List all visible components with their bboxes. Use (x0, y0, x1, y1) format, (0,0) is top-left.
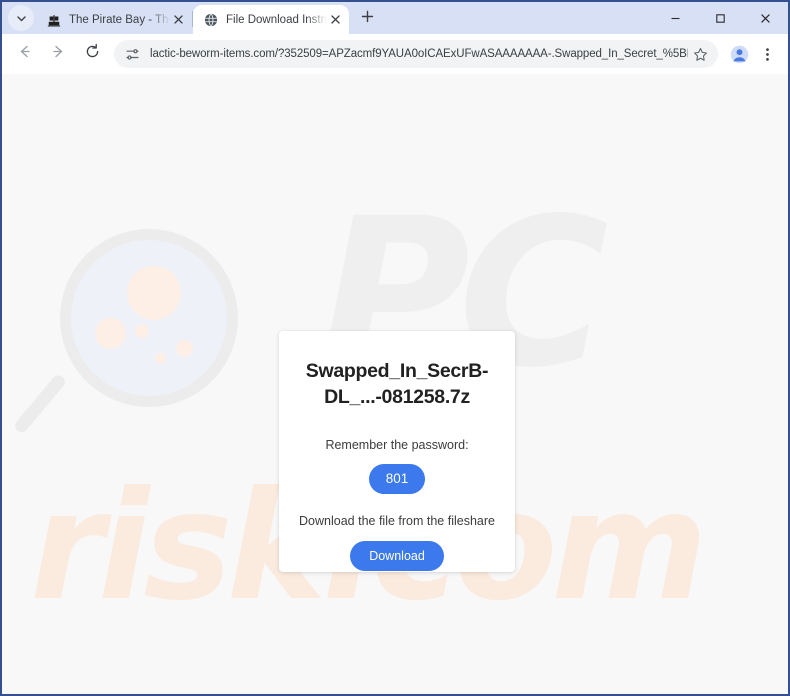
globe-icon (203, 12, 219, 28)
tab-title: The Pirate Bay - The galaxy's m (69, 13, 170, 26)
watermark-dot (155, 353, 166, 364)
reload-icon (84, 43, 101, 65)
browser-toolbar: lactic-beworm-items.com/?352509=APZacmf9… (2, 34, 788, 74)
chevron-down-icon (16, 13, 27, 24)
password-badge[interactable]: 801 (369, 464, 425, 494)
browser-window: The Pirate Bay - The galaxy's m File Dow… (0, 0, 790, 696)
watermark-dot (95, 318, 126, 349)
close-button[interactable] (743, 2, 788, 34)
tab-file-download-instructions[interactable]: File Download Instructions for S (193, 5, 349, 34)
forward-arrow-icon (50, 43, 67, 65)
file-name-title: Swapped_In_SecrB-DL_...-081258.7z (305, 360, 489, 408)
tab-strip: The Pirate Bay - The galaxy's m File Dow… (2, 2, 788, 34)
new-tab-button[interactable] (353, 5, 381, 33)
back-arrow-icon (16, 43, 33, 65)
maximize-button[interactable] (698, 2, 743, 34)
tune-sliders-icon[interactable] (120, 42, 144, 66)
page-viewport: PC risk.com Swapped_In_SecrB-DL_...-0812… (2, 74, 788, 694)
tab-search-button[interactable] (8, 5, 34, 31)
star-icon[interactable] (688, 42, 712, 66)
watermark-dot (176, 340, 193, 357)
url-text[interactable]: lactic-beworm-items.com/?352509=APZacmf9… (150, 48, 688, 60)
download-button[interactable]: Download (350, 540, 444, 572)
watermark-dot (135, 324, 149, 338)
close-icon[interactable] (170, 12, 186, 28)
magnifying-glass-watermark (12, 229, 238, 435)
tab-title: File Download Instructions for S (226, 13, 327, 26)
magnifier-lens (60, 229, 238, 407)
window-controls (653, 2, 788, 34)
minimize-button[interactable] (653, 2, 698, 34)
avatar[interactable] (726, 41, 752, 67)
reload-button[interactable] (78, 40, 106, 68)
tab-pirate-bay[interactable]: The Pirate Bay - The galaxy's m (36, 5, 192, 34)
watermark-dot (127, 266, 181, 320)
address-bar[interactable]: lactic-beworm-items.com/?352509=APZacmf9… (114, 40, 718, 68)
forward-button[interactable] (44, 40, 72, 68)
download-card: Swapped_In_SecrB-DL_...-081258.7z Rememb… (279, 331, 515, 572)
back-button[interactable] (10, 40, 38, 68)
password-label: Remember the password: (325, 438, 469, 453)
magnifier-handle (12, 372, 68, 435)
close-icon[interactable] (327, 12, 343, 28)
download-instruction: Download the file from the fileshare (299, 513, 495, 528)
plus-icon (361, 10, 374, 28)
three-dot-menu-icon[interactable] (754, 41, 780, 67)
pirate-ship-icon (46, 12, 62, 28)
